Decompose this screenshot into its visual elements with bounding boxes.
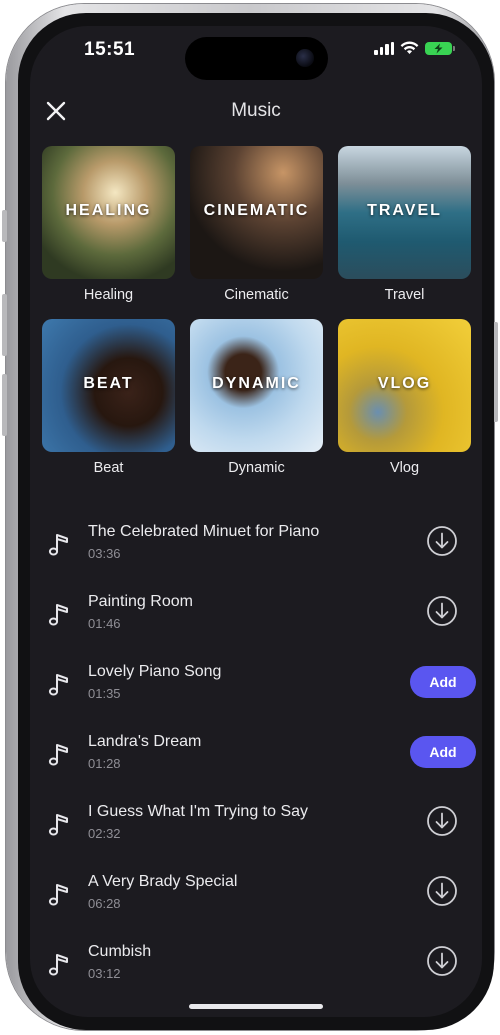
- track-duration: 06:28: [88, 896, 121, 911]
- track-title: A Very Brady Special: [88, 873, 238, 890]
- page-title: Music: [231, 100, 281, 121]
- list-item[interactable]: I Guess What I'm Trying to Say 02:32: [30, 799, 482, 869]
- volume-down-button: [2, 374, 7, 436]
- track-title: Cumbish: [88, 943, 152, 960]
- genre-card-vlog[interactable]: VLOG Vlog: [338, 319, 471, 476]
- status-icons: [374, 41, 455, 55]
- genre-overlay-title: DYNAMIC: [212, 375, 301, 392]
- genre-label: Dynamic: [228, 460, 285, 476]
- genre-card-healing[interactable]: HEALING Healing: [42, 146, 175, 303]
- track-title: I Guess What I'm Trying to Say: [88, 803, 309, 820]
- track-duration: 03:36: [88, 546, 121, 561]
- genre-label: Vlog: [389, 460, 420, 476]
- music-note-icon: [48, 884, 68, 906]
- track-duration: 01:35: [88, 686, 121, 701]
- genre-thumbnail: HEALING: [42, 146, 175, 279]
- phone-frame: 15:51 Music HEALING Healing CINEMATIC Ci…: [2, 4, 498, 1030]
- genre-label: Travel: [384, 287, 425, 303]
- genre-thumbnail: VLOG: [338, 319, 471, 452]
- track-title: Lovely Piano Song: [88, 663, 222, 680]
- track-title: The Celebrated Minuet for Piano: [88, 523, 320, 540]
- music-note-icon: [48, 814, 68, 836]
- volume-up-button: [2, 294, 7, 356]
- download-icon[interactable]: [426, 805, 458, 837]
- music-note-icon: [48, 744, 68, 766]
- music-note-icon: [48, 534, 68, 556]
- genre-overlay-title: VLOG: [377, 375, 432, 392]
- signal-icon: [374, 41, 394, 55]
- genre-card-beat[interactable]: BEAT Beat: [42, 319, 175, 476]
- list-item[interactable]: Painting Room 01:46: [30, 589, 482, 659]
- track-duration: 01:46: [88, 616, 121, 631]
- list-item[interactable]: The Celebrated Minuet for Piano 03:36: [30, 519, 482, 589]
- top-bar: Music: [30, 94, 482, 128]
- home-indicator[interactable]: [189, 1004, 323, 1009]
- genre-label: Cinematic: [224, 287, 289, 303]
- camera-icon: [296, 49, 314, 67]
- genre-thumbnail: TRAVEL: [338, 146, 471, 279]
- list-item[interactable]: A Very Brady Special 06:28: [30, 869, 482, 939]
- genre-card-travel[interactable]: TRAVEL Travel: [338, 146, 471, 303]
- genre-label: Healing: [83, 287, 134, 303]
- track-duration: 03:12: [88, 966, 121, 981]
- download-icon[interactable]: [426, 945, 458, 977]
- download-icon[interactable]: [426, 525, 458, 557]
- dynamic-island: [185, 37, 328, 80]
- genre-thumbnail: CINEMATIC: [190, 146, 323, 279]
- list-item[interactable]: Lovely Piano Song 01:35 Add: [30, 659, 482, 729]
- genre-overlay-title: HEALING: [65, 202, 152, 219]
- genre-card-cinematic[interactable]: CINEMATIC Cinematic: [190, 146, 323, 303]
- status-time: 15:51: [84, 39, 136, 60]
- genre-overlay-title: CINEMATIC: [203, 202, 310, 219]
- add-button[interactable]: Add: [410, 666, 476, 698]
- add-button[interactable]: Add: [410, 736, 476, 768]
- wifi-icon: [400, 41, 419, 54]
- list-item[interactable]: Cumbish 03:12: [30, 939, 482, 1009]
- battery-charging-icon: [425, 41, 455, 55]
- track-duration: 01:28: [88, 756, 121, 771]
- music-note-icon: [48, 954, 68, 976]
- genre-label: Beat: [93, 460, 124, 476]
- action-button: [2, 210, 7, 242]
- track-title: Painting Room: [88, 593, 193, 610]
- track-duration: 02:32: [88, 826, 121, 841]
- genre-card-dynamic[interactable]: DYNAMIC Dynamic: [190, 319, 323, 476]
- music-note-icon: [48, 674, 68, 696]
- genre-thumbnail: DYNAMIC: [190, 319, 323, 452]
- genre-overlay-title: TRAVEL: [367, 202, 442, 219]
- download-icon[interactable]: [426, 875, 458, 907]
- genre-thumbnail: BEAT: [42, 319, 175, 452]
- screen: 15:51 Music HEALING Healing CINEMATIC Ci…: [30, 26, 482, 1017]
- music-note-icon: [48, 604, 68, 626]
- genre-overlay-title: BEAT: [83, 375, 134, 392]
- list-item[interactable]: Landra's Dream 01:28 Add: [30, 729, 482, 799]
- track-title: Landra's Dream: [88, 733, 202, 750]
- download-icon[interactable]: [426, 595, 458, 627]
